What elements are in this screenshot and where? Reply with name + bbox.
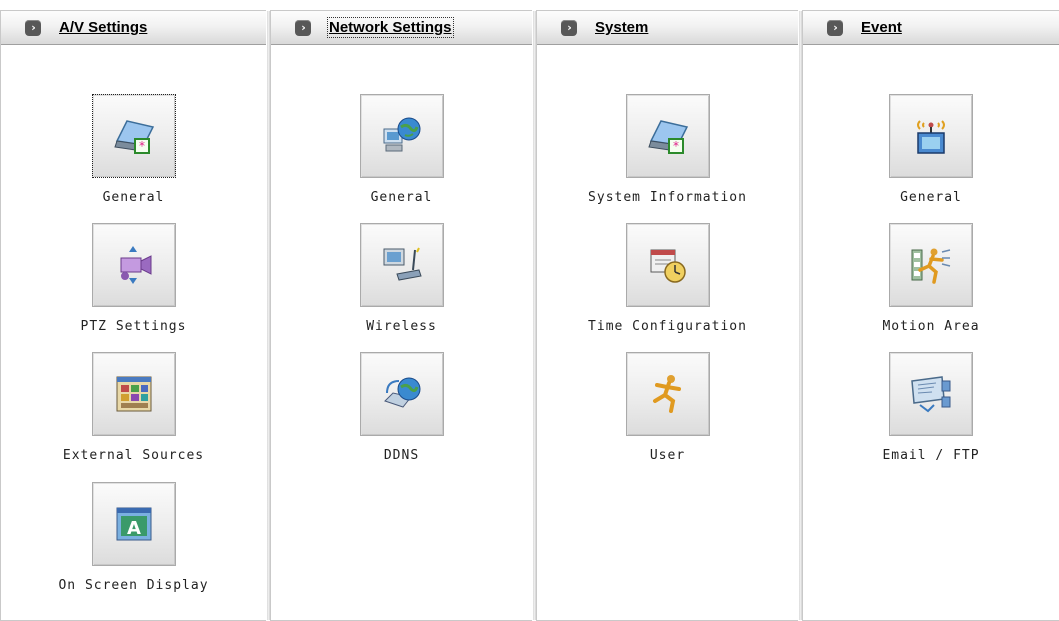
menu-item-on-screen-display: A On Screen Display: [1, 482, 266, 593]
ddns-globe-icon[interactable]: [359, 352, 444, 436]
menu-item-label[interactable]: Motion Area: [882, 319, 979, 334]
menu-item-av-general: * General: [1, 94, 266, 205]
chevron-right-icon[interactable]: ›: [561, 19, 577, 36]
panel-header: › Network Settings: [271, 11, 532, 45]
menu-item-label[interactable]: Time Configuration: [588, 319, 747, 334]
menu-item-label[interactable]: General: [371, 190, 433, 205]
network-globe-icon[interactable]: [359, 94, 444, 178]
panel-title-system[interactable]: System: [595, 19, 648, 36]
menu-item-ptz-settings: PTZ Settings: [1, 223, 266, 334]
svg-text:A: A: [127, 518, 141, 539]
panel-title-network-settings[interactable]: Network Settings: [327, 17, 454, 38]
panel-av-settings: › A/V Settings * General PTZ Settings Ex…: [0, 10, 270, 621]
menu-item-ddns: DDNS: [271, 352, 532, 463]
menu-item-time-configuration: Time Configuration: [537, 223, 798, 334]
menu-item-label[interactable]: General: [900, 190, 962, 205]
panel-system: › System * System Information Time Confi…: [536, 10, 802, 621]
menu-item-user: User: [537, 352, 798, 463]
camera-rotate-icon[interactable]: [91, 223, 176, 307]
panel-header: › Event: [803, 11, 1059, 45]
panel-network-settings: › Network Settings General Wireless DDNS: [270, 10, 536, 621]
menu-item-external-sources: External Sources: [1, 352, 266, 463]
menu-item-label[interactable]: DDNS: [384, 448, 419, 463]
menu-item-label[interactable]: External Sources: [63, 448, 204, 463]
event-signal-icon[interactable]: [889, 94, 973, 178]
panel-title-av-settings[interactable]: A/V Settings: [59, 19, 147, 36]
menu-item-label[interactable]: System Information: [588, 190, 747, 205]
menu-item-label[interactable]: User: [650, 448, 685, 463]
chevron-right-icon[interactable]: ›: [295, 19, 311, 36]
monitor-icon[interactable]: *: [91, 94, 176, 178]
svg-text:*: *: [139, 139, 145, 153]
chevron-right-icon[interactable]: ›: [25, 19, 41, 36]
menu-item-label[interactable]: On Screen Display: [58, 578, 208, 593]
chevron-right-icon[interactable]: ›: [827, 19, 843, 36]
menu-item-email-ftp: Email / FTP: [803, 352, 1059, 463]
wireless-router-icon[interactable]: [359, 223, 444, 307]
menu-item-motion-area: Motion Area: [803, 223, 1059, 334]
clock-icon[interactable]: [625, 223, 710, 307]
monitor-icon[interactable]: *: [625, 94, 710, 178]
osd-text-icon[interactable]: A: [91, 482, 176, 566]
menu-item-system-information: * System Information: [537, 94, 798, 205]
menu-item-wireless: Wireless: [271, 223, 532, 334]
menu-item-label[interactable]: PTZ Settings: [81, 319, 187, 334]
menu-item-label[interactable]: Email / FTP: [882, 448, 979, 463]
menu-item-network-general: General: [271, 94, 532, 205]
panel-header: › System: [537, 11, 798, 45]
user-running-icon[interactable]: [625, 352, 710, 436]
panel-title-event[interactable]: Event: [861, 19, 902, 36]
panel-header: › A/V Settings: [1, 11, 266, 45]
panel-event: › Event General Motion Area Email / FTP: [802, 10, 1059, 621]
email-ftp-icon[interactable]: [889, 352, 973, 436]
svg-text:*: *: [673, 139, 679, 153]
motion-icon[interactable]: [889, 223, 973, 307]
image-grid-icon[interactable]: [91, 352, 176, 436]
menu-item-label[interactable]: General: [103, 190, 165, 205]
menu-item-event-general: General: [803, 94, 1059, 205]
menu-item-label[interactable]: Wireless: [366, 319, 437, 334]
